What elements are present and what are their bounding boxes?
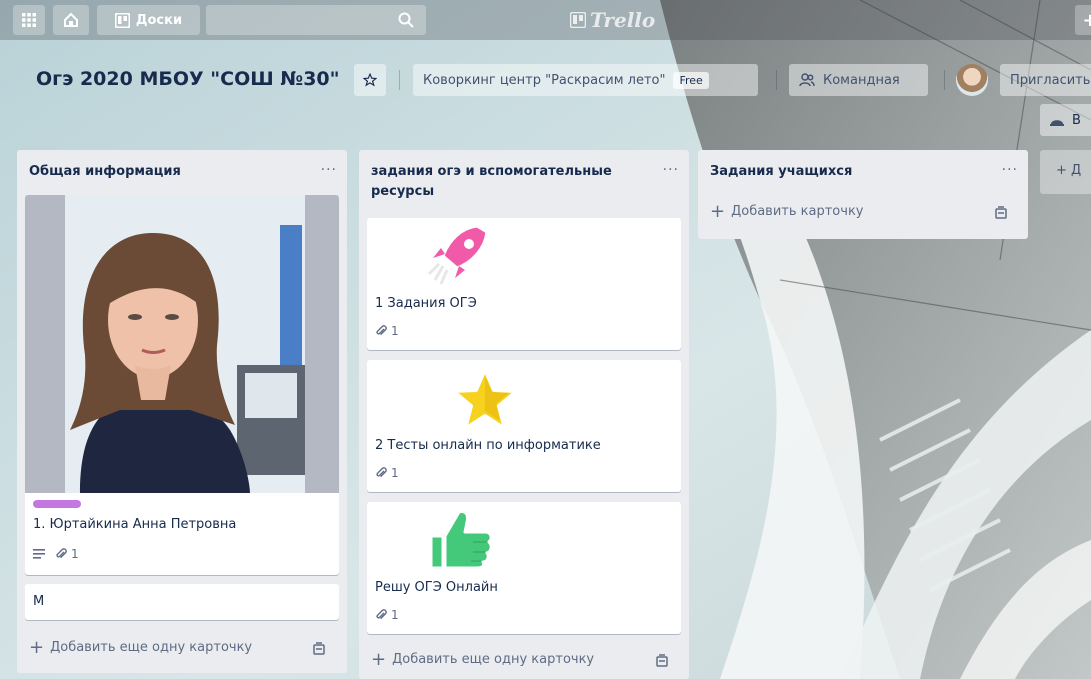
paperclip-icon	[376, 325, 387, 336]
board-icon	[114, 12, 130, 28]
plus-icon: +	[371, 648, 387, 670]
plus-icon: +	[1082, 9, 1091, 31]
card-label[interactable]	[33, 500, 81, 508]
card-title: 2 Тесты онлайн по информатике	[375, 438, 601, 453]
star-sticker	[451, 367, 519, 431]
card-reshu-oge[interactable]: Решу ОГЭ Онлайн 1	[367, 502, 681, 634]
list-student-tasks: Задания учащихся ··· + Добавить карточку	[698, 150, 1028, 239]
list-title[interactable]: Общая информация	[29, 162, 181, 182]
list-title[interactable]: задания огэ и вспомогательные ресурсы	[371, 162, 641, 202]
attachment-count: 1	[391, 466, 399, 480]
header-divider	[776, 70, 777, 90]
add-card-button[interactable]: + Добавить еще одну карточку	[29, 636, 253, 658]
card-title: 1 Задания ОГЭ	[375, 296, 477, 311]
attachment-badge: 1	[55, 547, 79, 561]
visibility-button[interactable]: Командная	[789, 64, 928, 96]
add-list-button[interactable]: + Д	[1040, 150, 1091, 194]
top-bar: Доски Trello +	[0, 0, 1091, 40]
search-icon[interactable]	[398, 12, 414, 28]
member-avatar[interactable]	[956, 64, 988, 96]
list-oge-tasks: задания огэ и вспомогательные ресурсы ··…	[359, 150, 689, 679]
card-title: Решу ОГЭ Онлайн	[375, 580, 498, 595]
attachment-count: 1	[391, 608, 399, 622]
attachment-badge: 1	[375, 466, 399, 480]
card-title: 1. Юртайкина Анна Петровна	[33, 517, 237, 532]
card-oge-tasks[interactable]: 1 Задания ОГЭ 1	[367, 218, 681, 350]
card-online-tests[interactable]: 2 Тесты онлайн по информатике 1	[367, 360, 681, 492]
search-input[interactable]	[206, 5, 426, 35]
butler-icon	[1050, 120, 1064, 126]
paperclip-icon	[376, 467, 387, 478]
rocket-sticker	[427, 224, 489, 285]
add-card-label: Добавить еще одну карточку	[50, 640, 253, 655]
list-menu-button[interactable]: ···	[663, 162, 679, 178]
board-title[interactable]: Огэ 2020 МБОУ "СОШ №30"	[36, 68, 340, 90]
list-menu-button[interactable]: ···	[321, 162, 337, 178]
invite-button[interactable]: Пригласить	[1000, 64, 1091, 96]
card-m[interactable]: М	[25, 584, 339, 620]
add-card-label: Добавить еще одну карточку	[392, 652, 595, 667]
header-divider	[944, 70, 945, 90]
trello-logo-icon	[570, 12, 586, 28]
boards-button[interactable]: Доски	[97, 5, 200, 35]
add-card-label: Добавить карточку	[731, 204, 864, 219]
team-label: Коворкинг центр "Раскрасим лето"	[423, 72, 666, 88]
home-button[interactable]	[53, 5, 89, 35]
butler-label: В	[1072, 112, 1081, 128]
visibility-label: Командная	[823, 72, 900, 88]
invite-label: Пригласить	[1010, 72, 1091, 88]
attachment-badge: 1	[375, 324, 399, 338]
grid-icon	[22, 13, 36, 27]
attachment-badge: 1	[375, 608, 399, 622]
star-button[interactable]	[354, 64, 386, 96]
list-title[interactable]: Задания учащихся	[710, 162, 852, 182]
home-icon	[64, 12, 78, 27]
card-cover-photo	[25, 195, 339, 493]
description-icon	[33, 549, 45, 559]
butler-button[interactable]: В	[1040, 104, 1091, 136]
list-general-info: Общая информация ··· 1. Юртайкина Анна П…	[17, 150, 347, 673]
create-button[interactable]: +	[1075, 5, 1091, 35]
add-card-button[interactable]: + Добавить карточку	[710, 200, 864, 222]
paperclip-icon	[56, 548, 67, 559]
add-card-button[interactable]: + Добавить еще одну карточку	[371, 648, 595, 670]
team-button[interactable]: Коворкинг центр "Раскрасим лето" Free	[413, 64, 758, 96]
list-menu-button[interactable]: ···	[1002, 162, 1018, 178]
card-yurtaykina[interactable]: 1. Юртайкина Анна Петровна 1	[25, 195, 339, 575]
logo-text: Trello	[590, 8, 656, 32]
plus-icon: +	[29, 636, 45, 658]
apps-button[interactable]	[13, 5, 45, 35]
team-visibility-icon	[799, 73, 815, 87]
add-list-label: + Д	[1056, 163, 1082, 178]
card-title: М	[33, 594, 45, 609]
card-template-icon[interactable]	[312, 642, 326, 656]
card-template-icon[interactable]	[994, 206, 1008, 220]
boards-label: Доски	[135, 12, 183, 28]
card-template-icon[interactable]	[655, 654, 669, 668]
attachment-count: 1	[71, 547, 79, 561]
paperclip-icon	[376, 609, 387, 620]
trello-logo[interactable]: Trello	[570, 8, 655, 32]
thumbs-up-sticker	[429, 510, 493, 570]
attachment-count: 1	[391, 324, 399, 338]
star-outline-icon	[363, 73, 377, 87]
card-badges: 1	[33, 547, 79, 561]
header-divider	[399, 70, 400, 90]
plan-badge: Free	[673, 71, 709, 89]
plus-icon: +	[710, 200, 726, 222]
